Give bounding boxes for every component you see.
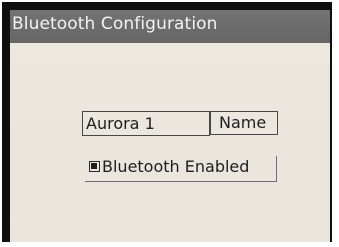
screen-bezel: Bluetooth Configuration Aurora 1 Name Bl…: [2, 2, 332, 242]
device-name-input[interactable]: Aurora 1: [82, 111, 210, 136]
title-bar: Bluetooth Configuration: [10, 10, 330, 43]
device-screen: Bluetooth Configuration Aurora 1 Name Bl…: [0, 0, 339, 247]
bluetooth-enabled-label: Bluetooth Enabled: [102, 157, 250, 176]
checkbox-checked-mark: [91, 163, 97, 169]
device-name-label: Name: [210, 111, 278, 135]
window-title: Bluetooth Configuration: [12, 14, 218, 34]
bluetooth-enabled-toggle[interactable]: Bluetooth Enabled: [85, 156, 277, 182]
display-area: Bluetooth Configuration Aurora 1 Name Bl…: [10, 10, 330, 242]
bluetooth-enabled-checkbox[interactable]: [89, 161, 100, 172]
